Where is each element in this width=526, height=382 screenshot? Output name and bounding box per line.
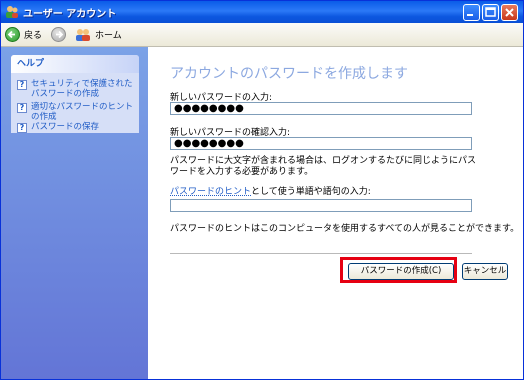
main-content: アカウントのパスワードを作成します 新しいパスワードの入力: ●●●●●●●● … — [148, 47, 523, 379]
help-panel-title: ヘルプ — [11, 55, 139, 73]
back-button[interactable]: 戻る — [5, 26, 42, 43]
help-link-secure-password[interactable]: ? セキュリティで保護されたパスワードの作成 — [17, 79, 137, 99]
help-link-label: パスワードの保存 — [31, 122, 100, 132]
help-link-label: セキュリティで保護されたパスワードの作成 — [31, 79, 133, 99]
help-link-label: 適切なパスワードのヒントの作成 — [31, 102, 134, 122]
divider — [170, 253, 472, 254]
window-title: ユーザー アカウント — [23, 9, 117, 20]
confirm-password-value: ●●●●●●●● — [174, 138, 244, 149]
home-button[interactable]: ホーム — [75, 26, 122, 43]
password-hint-link[interactable]: パスワードのヒント — [170, 187, 251, 197]
confirm-password-field[interactable]: ●●●●●●●● — [170, 137, 472, 150]
help-panel: ヘルプ ? セキュリティで保護されたパスワードの作成 ? 適切なパスワードのヒン… — [11, 55, 139, 133]
user-accounts-window: ユーザー アカウント 戻る ホーム ヘルプ ? セキュリティで保護されたパスワー… — [0, 0, 524, 380]
title-bar[interactable]: ユーザー アカウント — [1, 1, 523, 23]
hint-label-text: として使う単語や語句の入力: — [251, 187, 371, 197]
highlight-frame — [340, 257, 457, 283]
help-link-save-password[interactable]: ? パスワードの保存 — [17, 122, 137, 133]
maximize-button[interactable] — [482, 4, 499, 21]
new-password-value: ●●●●●●●● — [174, 103, 244, 114]
task-pane: ヘルプ ? セキュリティで保護されたパスワードの作成 ? 適切なパスワードのヒン… — [1, 47, 148, 379]
help-link-password-hint[interactable]: ? 適切なパスワードのヒントの作成 — [17, 102, 137, 122]
users-icon — [75, 28, 91, 42]
new-password-field[interactable]: ●●●●●●●● — [170, 102, 472, 115]
close-button[interactable] — [501, 4, 518, 21]
back-arrow-icon — [5, 27, 20, 42]
help-icon: ? — [17, 80, 27, 90]
minimize-button[interactable] — [463, 4, 480, 21]
forward-arrow-icon — [51, 27, 66, 42]
help-icon: ? — [17, 123, 27, 133]
hint-label: パスワードのヒントとして使う単語や語句の入力: — [170, 184, 371, 197]
user-accounts-icon — [5, 5, 19, 19]
caps-note: パスワードに大文字が含まれる場合は、ログオンするたびに同じようにパスワードを入力… — [170, 156, 477, 177]
help-icon: ? — [17, 103, 27, 113]
password-hint-field[interactable] — [170, 199, 472, 212]
toolbar: 戻る ホーム — [1, 23, 523, 47]
back-label: 戻る — [24, 31, 43, 41]
page-title: アカウントのパスワードを作成します — [170, 66, 408, 82]
forward-button[interactable] — [51, 26, 66, 43]
cancel-button[interactable]: キャンセル — [462, 263, 508, 280]
hint-note: パスワードのヒントはこのコンピュータを使用するすべての人が見ることができます。 — [170, 224, 520, 234]
home-label: ホーム — [95, 31, 122, 41]
